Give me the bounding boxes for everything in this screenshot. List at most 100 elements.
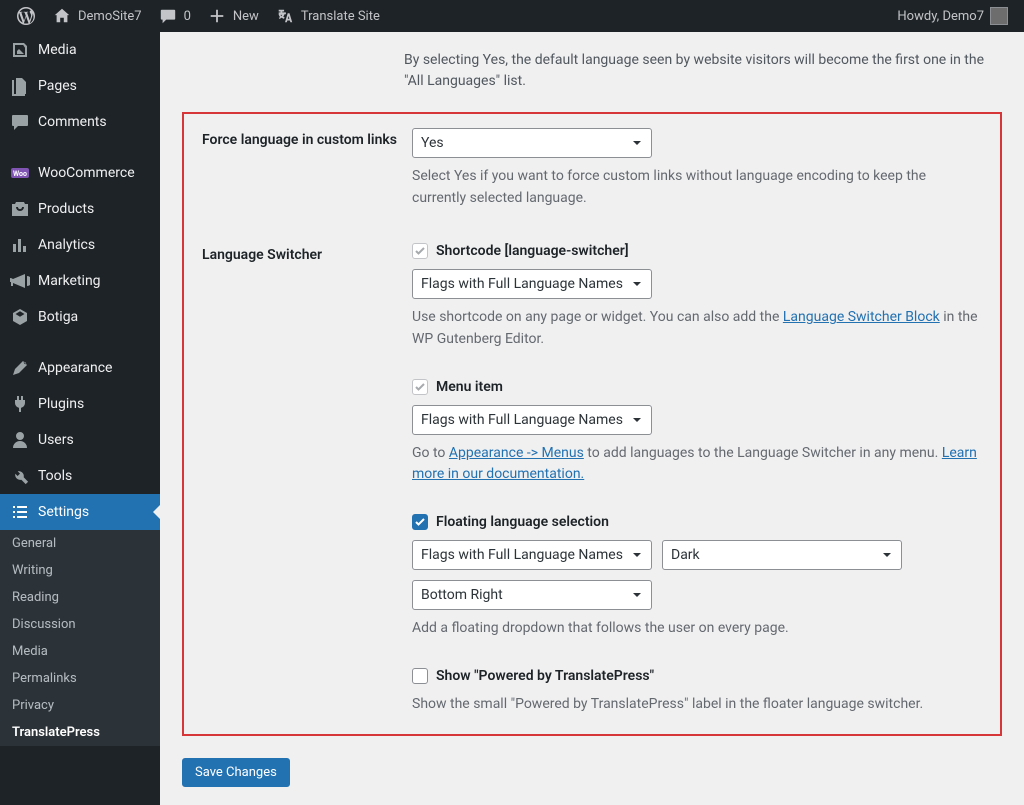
submenu-discussion[interactable]: Discussion [0, 611, 160, 638]
comments-link[interactable]: 0 [150, 0, 199, 32]
force-links-select[interactable]: Yes [412, 128, 652, 158]
menu-label: Products [38, 201, 94, 217]
submenu-writing[interactable]: Writing [0, 557, 160, 584]
woo-icon: Woo [10, 163, 30, 183]
svg-text:Woo: Woo [13, 170, 27, 178]
translate-label: Translate Site [301, 9, 380, 24]
submenu-permalinks[interactable]: Permalinks [0, 665, 160, 692]
field-switcher: Language Switcher Shortcode [language-sw… [202, 243, 982, 715]
powered-checkbox[interactable] [412, 668, 428, 684]
menu-users[interactable]: Users [0, 422, 160, 458]
menu-tools[interactable]: Tools [0, 458, 160, 494]
site-name[interactable]: DemoSite7 [44, 0, 150, 32]
menu-item-label: Menu item [436, 379, 503, 395]
shortcode-checkbox[interactable] [412, 243, 428, 259]
users-icon [10, 430, 30, 450]
menu-settings[interactable]: Settings [0, 494, 160, 530]
menu-appearance[interactable]: Appearance [0, 350, 160, 386]
marketing-icon [10, 271, 30, 291]
menu-marketing[interactable]: Marketing [0, 263, 160, 299]
howdy-label: Howdy, Demo7 [897, 9, 984, 24]
settings-box: Force language in custom links Yes Selec… [182, 112, 1002, 736]
switcher-menu: Menu item Flags with Full Language Names… [412, 379, 982, 486]
menu-plugins[interactable]: Plugins [0, 386, 160, 422]
powered-desc: Show the small "Powered by TranslatePres… [412, 694, 982, 716]
shortcode-block-link[interactable]: Language Switcher Block [783, 309, 940, 325]
menu-label: Analytics [38, 237, 95, 253]
menu-label: Pages [38, 78, 77, 94]
save-button[interactable]: Save Changes [182, 758, 290, 787]
switcher-label: Language Switcher [202, 243, 412, 715]
menu-products[interactable]: Products [0, 191, 160, 227]
menu-label: Users [38, 432, 74, 448]
menu-label: Comments [38, 114, 107, 130]
menu-style-select[interactable]: Flags with Full Language Names [412, 405, 652, 435]
intro-text: By selecting Yes, the default language s… [182, 50, 1002, 92]
menu-label: Plugins [38, 396, 84, 412]
admin-sidebar: Media Pages Comments Woo WooCommerce Prod… [0, 32, 160, 805]
tools-icon [10, 466, 30, 486]
media-icon [10, 40, 30, 60]
menu-label: WooCommerce [38, 165, 135, 181]
plus-icon [207, 6, 227, 26]
menu-woocommerce[interactable]: Woo WooCommerce [0, 155, 160, 191]
appearance-icon [10, 358, 30, 378]
site-name-label: DemoSite7 [78, 9, 142, 24]
submenu-general[interactable]: General [0, 530, 160, 557]
new-content[interactable]: New [199, 0, 267, 32]
switcher-shortcode: Shortcode [language-switcher] Flags with… [412, 243, 982, 350]
pages-icon [10, 76, 30, 96]
force-links-label: Force language in custom links [202, 128, 412, 209]
menu-label: Settings [38, 504, 89, 520]
submenu-translatepress[interactable]: TranslatePress [0, 719, 160, 746]
menu-botiga[interactable]: Botiga [0, 299, 160, 335]
floating-desc: Add a floating dropdown that follows the… [412, 618, 982, 640]
wp-logo[interactable] [8, 0, 44, 32]
plugins-icon [10, 394, 30, 414]
menu-separator [0, 145, 160, 150]
comment-icon [158, 6, 178, 26]
botiga-icon [10, 307, 30, 327]
menu-label: Marketing [38, 273, 101, 289]
shortcode-desc: Use shortcode on any page or widget. You… [412, 307, 982, 350]
submenu-privacy[interactable]: Privacy [0, 692, 160, 719]
shortcode-style-select[interactable]: Flags with Full Language Names [412, 269, 652, 299]
menu-pages[interactable]: Pages [0, 68, 160, 104]
avatar [990, 7, 1008, 25]
analytics-icon [10, 235, 30, 255]
products-icon [10, 199, 30, 219]
new-label: New [233, 9, 259, 24]
content-area: By selecting Yes, the default language s… [160, 32, 1024, 805]
menu-separator [0, 340, 160, 345]
submenu-media[interactable]: Media [0, 638, 160, 665]
menu-analytics[interactable]: Analytics [0, 227, 160, 263]
settings-submenu: General Writing Reading Discussion Media… [0, 530, 160, 746]
appearance-menus-link[interactable]: Appearance -> Menus [449, 445, 584, 461]
settings-icon [10, 502, 30, 522]
menu-label: Botiga [38, 309, 78, 325]
menu-label: Tools [38, 468, 72, 484]
menu-desc: Go to Appearance -> Menus to add languag… [412, 443, 982, 486]
force-links-desc: Select Yes if you want to force custom l… [412, 166, 982, 209]
switcher-powered: Show "Powered by TranslatePress" Show th… [412, 668, 982, 716]
floating-label: Floating language selection [436, 514, 609, 530]
translate-site[interactable]: Translate Site [267, 0, 388, 32]
floating-style-select[interactable]: Flags with Full Language Names [412, 540, 652, 570]
admin-bar: DemoSite7 0 New Translate Site Howdy, De… [0, 0, 1024, 32]
my-account[interactable]: Howdy, Demo7 [889, 0, 1016, 32]
floating-checkbox[interactable] [412, 514, 428, 530]
comment-icon [10, 112, 30, 132]
menu-label: Appearance [38, 360, 112, 376]
menu-media[interactable]: Media [0, 32, 160, 68]
floating-position-select[interactable]: Bottom Right [412, 580, 652, 610]
field-force-links: Force language in custom links Yes Selec… [202, 128, 982, 209]
home-icon [52, 6, 72, 26]
switcher-floating: Floating language selection Flags with F… [412, 514, 982, 640]
shortcode-label: Shortcode [language-switcher] [436, 243, 629, 259]
menu-comments[interactable]: Comments [0, 104, 160, 140]
menu-label: Media [38, 42, 77, 58]
floating-theme-select[interactable]: Dark [662, 540, 902, 570]
menu-checkbox[interactable] [412, 379, 428, 395]
translate-icon [275, 6, 295, 26]
submenu-reading[interactable]: Reading [0, 584, 160, 611]
